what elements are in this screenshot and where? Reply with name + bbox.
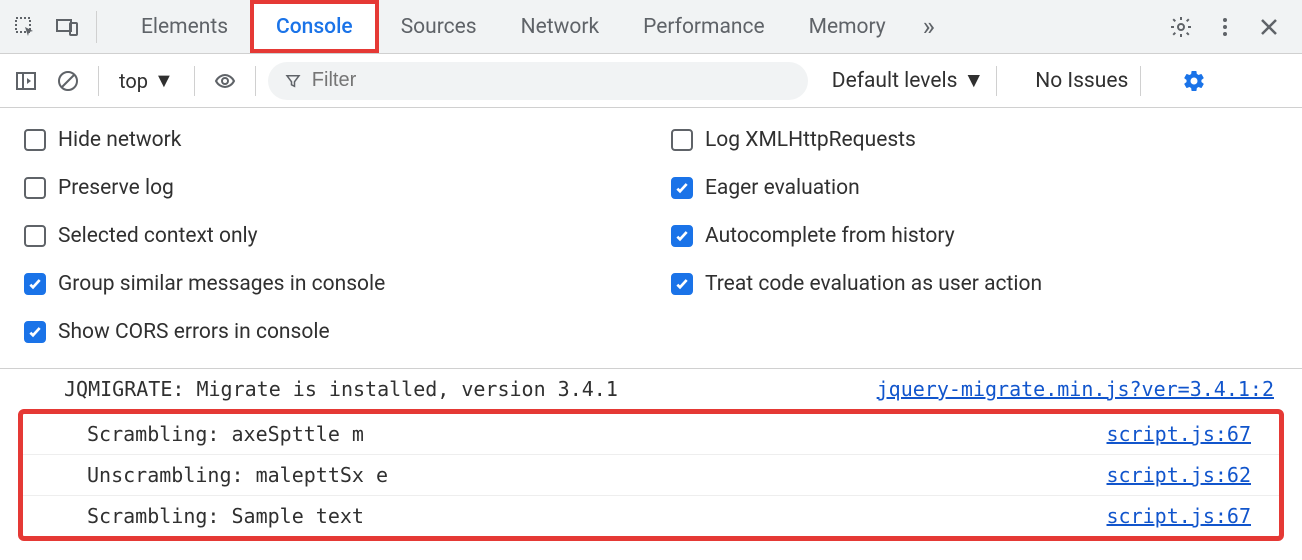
filter-wrap (268, 62, 808, 100)
issues-status[interactable]: No Issues (1035, 69, 1128, 93)
live-expression-icon[interactable] (207, 60, 243, 102)
checkbox[interactable] (24, 177, 46, 199)
filter-input[interactable] (312, 69, 792, 92)
setting-eager-eval[interactable]: Eager evaluation (671, 176, 1278, 200)
log-row: Unscrambling: malepttSx e script.js:62 (23, 454, 1279, 495)
console-settings-gear-icon[interactable] (1173, 60, 1215, 102)
setting-label: Group similar messages in console (58, 272, 385, 296)
setting-autocomplete[interactable]: Autocomplete from history (671, 224, 1278, 248)
log-source-link[interactable]: jquery-migrate.min.js?ver=3.4.1:2 (877, 377, 1274, 401)
setting-label: Autocomplete from history (705, 224, 955, 248)
log-message: Scrambling: axeSpttle m (87, 422, 364, 446)
log-source-link[interactable]: script.js:62 (1107, 463, 1252, 487)
log-message: Unscrambling: malepttSx e (87, 463, 388, 487)
setting-label: Treat code evaluation as user action (705, 272, 1042, 296)
levels-label: Default levels (832, 69, 958, 93)
setting-label: Selected context only (58, 224, 258, 248)
setting-label: Preserve log (58, 176, 174, 200)
clear-console-icon[interactable] (50, 60, 86, 102)
tab-network[interactable]: Network (499, 0, 622, 53)
console-log-area: JQMIGRATE: Migrate is installed, version… (0, 369, 1302, 547)
setting-log-xhr[interactable]: Log XMLHttpRequests (671, 128, 1278, 152)
checkbox[interactable] (24, 321, 46, 343)
setting-label: Eager evaluation (705, 176, 860, 200)
setting-selected-context[interactable]: Selected context only (24, 224, 631, 248)
setting-label: Show CORS errors in console (58, 320, 330, 344)
setting-label: Hide network (58, 128, 181, 152)
log-row: Scrambling: Sample text script.js:67 (23, 495, 1279, 536)
tab-console[interactable]: Console (250, 0, 379, 53)
checkbox[interactable] (671, 129, 693, 151)
setting-cors-errors[interactable]: Show CORS errors in console (24, 320, 631, 344)
chevron-down-icon: ▼ (154, 68, 174, 93)
toggle-sidebar-icon[interactable] (8, 60, 44, 102)
tab-elements[interactable]: Elements (119, 0, 250, 53)
checkbox[interactable] (24, 129, 46, 151)
tab-memory[interactable]: Memory (787, 0, 908, 53)
setting-label: Log XMLHttpRequests (705, 128, 916, 152)
kebab-menu-icon[interactable] (1204, 6, 1246, 48)
log-source-link[interactable]: script.js:67 (1107, 422, 1252, 446)
checkbox[interactable] (24, 225, 46, 247)
device-toolbar-icon[interactable] (46, 6, 88, 48)
log-levels-select[interactable]: Default levels ▼ (832, 69, 984, 93)
checkbox[interactable] (671, 273, 693, 295)
close-icon[interactable] (1248, 6, 1290, 48)
context-select[interactable]: top ▼ (111, 64, 182, 97)
inspect-element-icon[interactable] (4, 6, 46, 48)
setting-preserve-log[interactable]: Preserve log (24, 176, 631, 200)
log-row: Scrambling: axeSpttle m script.js:67 (23, 414, 1279, 454)
tab-strip: Elements Console Sources Network Perform… (119, 0, 1160, 53)
gear-icon[interactable] (1160, 6, 1202, 48)
context-label: top (119, 69, 148, 93)
checkbox[interactable] (24, 273, 46, 295)
log-row: JQMIGRATE: Migrate is installed, version… (0, 369, 1302, 409)
checkbox[interactable] (671, 225, 693, 247)
highlighted-logs: Scrambling: axeSpttle m script.js:67 Uns… (18, 409, 1284, 541)
log-message: Scrambling: Sample text (87, 504, 364, 528)
setting-user-action[interactable]: Treat code evaluation as user action (671, 272, 1278, 296)
toolbar-right (1160, 6, 1298, 48)
settings-col-right: Log XMLHttpRequests Eager evaluation Aut… (671, 128, 1278, 344)
console-settings: Hide network Preserve log Selected conte… (0, 108, 1302, 369)
more-tabs-icon[interactable]: » (908, 6, 950, 48)
console-subbar: top ▼ Default levels ▼ No Issues (0, 54, 1302, 108)
checkbox[interactable] (671, 177, 693, 199)
tab-performance[interactable]: Performance (621, 0, 786, 53)
chevron-down-icon: ▼ (963, 69, 984, 93)
tab-sources[interactable]: Sources (379, 0, 499, 53)
settings-col-left: Hide network Preserve log Selected conte… (24, 128, 631, 344)
setting-group-similar[interactable]: Group similar messages in console (24, 272, 631, 296)
log-message: JQMIGRATE: Migrate is installed, version… (64, 377, 618, 401)
filter-icon (284, 72, 302, 90)
devtools-toolbar: Elements Console Sources Network Perform… (0, 0, 1302, 54)
setting-hide-network[interactable]: Hide network (24, 128, 631, 152)
log-source-link[interactable]: script.js:67 (1107, 504, 1252, 528)
